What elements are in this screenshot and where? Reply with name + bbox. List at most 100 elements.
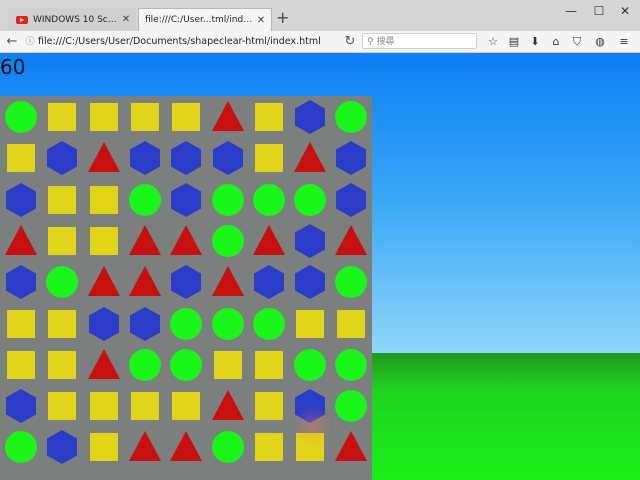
tile-square[interactable]: [84, 427, 124, 467]
tile-circle[interactable]: [1, 427, 41, 467]
tile-hexagon[interactable]: [249, 262, 289, 302]
tile-hexagon[interactable]: [331, 180, 371, 220]
tile-square[interactable]: [208, 345, 248, 385]
tile-circle[interactable]: [208, 304, 248, 344]
new-tab-button[interactable]: +: [276, 10, 289, 26]
tile-circle[interactable]: [208, 180, 248, 220]
tile-triangle[interactable]: [84, 138, 124, 178]
tile-square[interactable]: [42, 345, 82, 385]
tab-youtube[interactable]: WINDOWS 10 Screen Re... ✕: [8, 8, 136, 31]
maximize-icon[interactable]: ☐: [586, 2, 612, 20]
tile-square[interactable]: [249, 427, 289, 467]
hexagon-shape: [295, 223, 326, 258]
tile-circle[interactable]: [331, 345, 371, 385]
tile-square[interactable]: [331, 304, 371, 344]
tile-circle[interactable]: [331, 262, 371, 302]
tile-hexagon[interactable]: [1, 386, 41, 426]
tile-square[interactable]: [125, 97, 165, 137]
tile-circle[interactable]: [290, 345, 330, 385]
tile-square[interactable]: [42, 97, 82, 137]
menu-icon[interactable]: ≡: [616, 33, 632, 51]
reload-icon[interactable]: ↻: [342, 33, 358, 51]
tile-square[interactable]: [1, 304, 41, 344]
tile-triangle[interactable]: [249, 221, 289, 261]
tile-circle[interactable]: [208, 221, 248, 261]
tile-hexagon[interactable]: [42, 427, 82, 467]
tile-hexagon[interactable]: [125, 304, 165, 344]
info-icon[interactable]: ⓘ: [22, 33, 38, 51]
tile-square[interactable]: [84, 97, 124, 137]
tile-hexagon[interactable]: [1, 180, 41, 220]
tile-hexagon[interactable]: [290, 221, 330, 261]
tile-triangle[interactable]: [166, 427, 206, 467]
tile-hexagon[interactable]: [290, 97, 330, 137]
tile-circle[interactable]: [331, 386, 371, 426]
tile-square[interactable]: [166, 97, 206, 137]
tile-square[interactable]: [42, 221, 82, 261]
tile-circle[interactable]: [331, 97, 371, 137]
tile-square[interactable]: [42, 180, 82, 220]
tile-circle[interactable]: [249, 304, 289, 344]
tile-circle[interactable]: [166, 304, 206, 344]
minimize-icon[interactable]: —: [558, 2, 584, 20]
address-bar[interactable]: ⓘ file:///C:/Users/User/Documents/shapec…: [22, 33, 357, 51]
tile-square[interactable]: [1, 345, 41, 385]
tile-triangle[interactable]: [125, 427, 165, 467]
tile-triangle[interactable]: [125, 262, 165, 302]
tile-hexagon[interactable]: [166, 180, 206, 220]
tile-triangle[interactable]: [208, 97, 248, 137]
tile-circle[interactable]: [249, 180, 289, 220]
close-icon[interactable]: ✕: [255, 15, 267, 26]
tile-circle[interactable]: [290, 180, 330, 220]
tile-square[interactable]: [249, 345, 289, 385]
tile-hexagon[interactable]: [331, 138, 371, 178]
tile-triangle[interactable]: [125, 221, 165, 261]
tile-hexagon[interactable]: [208, 138, 248, 178]
tile-square[interactable]: [84, 386, 124, 426]
tile-square[interactable]: [42, 386, 82, 426]
tile-hexagon[interactable]: [1, 262, 41, 302]
tile-square[interactable]: [1, 138, 41, 178]
tile-triangle[interactable]: [208, 386, 248, 426]
tab-index-html[interactable]: file:///C:/User...tml/index.html ✕: [138, 8, 272, 31]
tile-square[interactable]: [84, 221, 124, 261]
tile-square[interactable]: [249, 97, 289, 137]
tile-square[interactable]: [249, 138, 289, 178]
tile-hexagon[interactable]: [166, 138, 206, 178]
back-icon[interactable]: ←: [4, 33, 20, 51]
tile-hexagon[interactable]: [125, 138, 165, 178]
tile-triangle[interactable]: [166, 221, 206, 261]
download-icon[interactable]: ⬇: [527, 33, 543, 51]
tile-triangle[interactable]: [1, 221, 41, 261]
tile-circle[interactable]: [166, 345, 206, 385]
home-icon[interactable]: ⌂: [548, 33, 564, 51]
pocket-icon[interactable]: ⛉: [569, 33, 585, 51]
tile-square[interactable]: [125, 386, 165, 426]
tile-hexagon[interactable]: [290, 262, 330, 302]
tile-circle[interactable]: [125, 180, 165, 220]
tile-square[interactable]: [166, 386, 206, 426]
tile-triangle[interactable]: [290, 138, 330, 178]
tile-triangle[interactable]: [331, 427, 371, 467]
tile-triangle[interactable]: [84, 345, 124, 385]
reading-list-icon[interactable]: ▤: [506, 33, 522, 51]
tile-hexagon[interactable]: [166, 262, 206, 302]
sync-icon[interactable]: ◍: [592, 33, 608, 51]
tile-hexagon[interactable]: [42, 138, 82, 178]
tile-circle[interactable]: [42, 262, 82, 302]
tile-triangle[interactable]: [331, 221, 371, 261]
tile-hexagon[interactable]: [84, 304, 124, 344]
search-input[interactable]: ⚲ 搜尋: [362, 33, 477, 49]
tile-circle[interactable]: [1, 97, 41, 137]
tile-triangle[interactable]: [208, 262, 248, 302]
window-close-icon[interactable]: ✕: [612, 2, 638, 20]
bookmark-star-icon[interactable]: ☆: [485, 33, 501, 51]
tile-circle[interactable]: [208, 427, 248, 467]
tile-square[interactable]: [84, 180, 124, 220]
tile-square[interactable]: [42, 304, 82, 344]
tile-square[interactable]: [249, 386, 289, 426]
tile-square[interactable]: [290, 304, 330, 344]
close-icon[interactable]: ✕: [120, 14, 132, 25]
tile-circle[interactable]: [125, 345, 165, 385]
tile-triangle[interactable]: [84, 262, 124, 302]
